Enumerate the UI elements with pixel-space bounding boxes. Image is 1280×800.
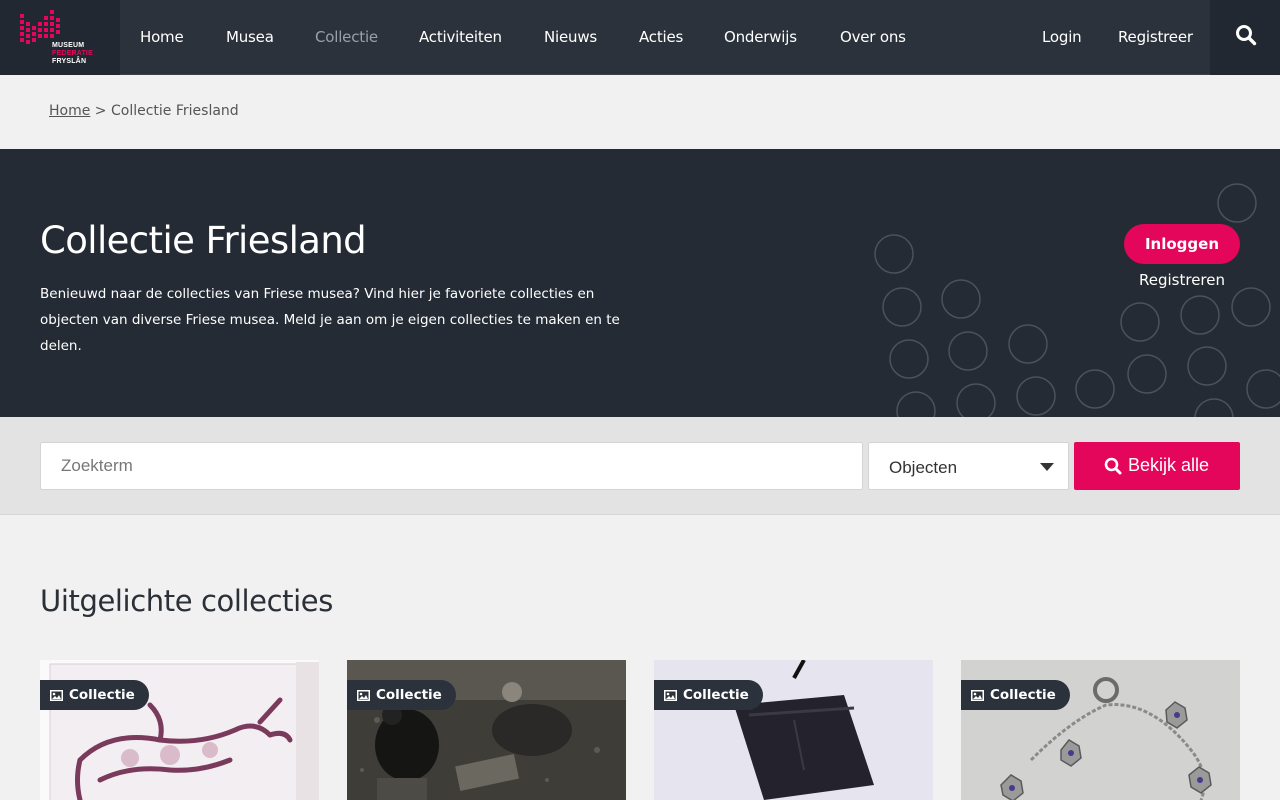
view-all-label: Bekijk alle <box>1128 455 1210 475</box>
search-type-select[interactable]: Objecten <box>868 442 1069 490</box>
nav-collectie[interactable]: Collectie <box>315 28 378 46</box>
collection-tag: Collectie <box>654 680 763 710</box>
collection-search-bar: Objecten Bekijk alle <box>0 417 1280 515</box>
collection-tag-label: Collectie <box>990 687 1056 703</box>
collection-tag: Collectie <box>961 680 1070 710</box>
nav-login[interactable]: Login <box>1042 28 1082 46</box>
collection-tag: Collectie <box>347 680 456 710</box>
collection-card[interactable]: Collectie <box>654 660 933 800</box>
breadcrumb-separator: > <box>94 103 107 119</box>
logo-line-3: FRYSLÂN <box>52 58 87 65</box>
breadcrumb-current: Collectie Friesland <box>110 103 239 119</box>
logo-line-1: MUSEUM <box>52 42 85 49</box>
logo[interactable]: MUSEUM FEDERATIE FRYSLÂN <box>0 0 120 75</box>
chevron-down-icon <box>1040 463 1054 471</box>
image-icon <box>357 690 370 701</box>
image-icon <box>50 690 63 701</box>
register-link[interactable]: Registreren <box>1139 271 1225 289</box>
nav-nieuws[interactable]: Nieuws <box>544 28 597 46</box>
page-title: Collectie Friesland <box>40 219 367 262</box>
collection-card[interactable]: Collectie <box>961 660 1240 800</box>
logo-line-2: FEDERATIE <box>52 50 93 57</box>
image-icon <box>971 690 984 701</box>
nav-register[interactable]: Registreer <box>1118 28 1193 46</box>
hero-banner: Collectie Friesland Benieuwd naar de col… <box>0 149 1280 417</box>
collection-tag-label: Collectie <box>376 687 442 703</box>
nav-musea[interactable]: Musea <box>226 28 274 46</box>
nav-acties[interactable]: Acties <box>639 28 683 46</box>
top-navigation: MUSEUM FEDERATIE FRYSLÂN Home Musea Coll… <box>0 0 1280 75</box>
collection-tag-label: Collectie <box>69 687 135 703</box>
hero-description: Benieuwd naar de collecties van Friese m… <box>40 286 620 354</box>
nav-over-ons[interactable]: Over ons <box>840 28 906 46</box>
breadcrumb-home-link[interactable]: Home <box>49 103 90 119</box>
nav-onderwijs[interactable]: Onderwijs <box>724 28 797 46</box>
collection-card[interactable]: Collectie <box>40 660 319 800</box>
nav-activiteiten[interactable]: Activiteiten <box>419 28 502 46</box>
logo-text: MUSEUM FEDERATIE FRYSLÂN <box>52 42 93 66</box>
collection-card[interactable]: Collectie <box>347 660 626 800</box>
breadcrumb-bar: Home > Collectie Friesland <box>0 75 1280 149</box>
view-all-button[interactable]: Bekijk alle <box>1074 442 1240 490</box>
search-icon <box>1104 457 1122 475</box>
breadcrumb: Home > Collectie Friesland <box>49 103 239 119</box>
login-button[interactable]: Inloggen <box>1124 224 1240 264</box>
search-type-value: Objecten <box>889 458 958 477</box>
collection-tag-label: Collectie <box>683 687 749 703</box>
search-icon <box>1236 25 1257 46</box>
nav-search-button[interactable] <box>1210 0 1280 75</box>
collection-tag: Collectie <box>40 680 149 710</box>
search-term-input[interactable] <box>40 442 863 490</box>
featured-collections-title: Uitgelichte collecties <box>40 584 333 618</box>
image-icon <box>664 690 677 701</box>
nav-home[interactable]: Home <box>140 28 184 46</box>
